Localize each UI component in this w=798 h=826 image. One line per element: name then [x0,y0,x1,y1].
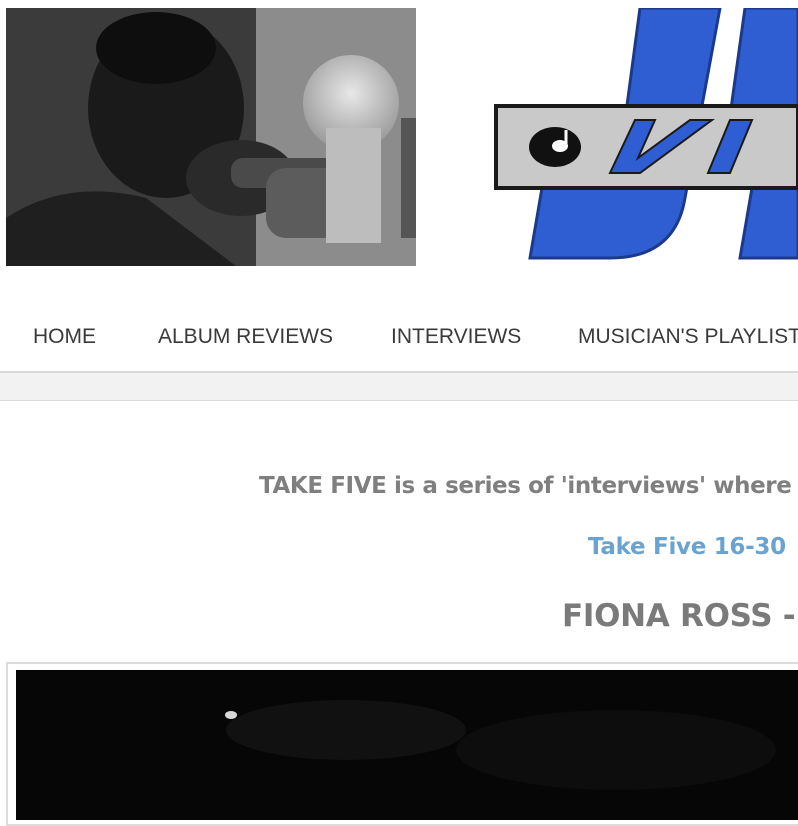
nav-item-album-reviews[interactable]: ALBUM REVIEWS [158,325,333,349]
nav-item-home[interactable]: HOME [33,325,96,349]
jazz-views-logo-icon [494,8,798,260]
trumpet-player-photo-icon [6,8,416,266]
featured-photo-image [16,670,798,820]
take-five-link[interactable]: Take Five 16-30 [588,534,786,560]
nav-item-musicians-playlist[interactable]: MUSICIAN'S PLAYLIST [578,325,798,349]
stage-photo-icon [16,670,798,820]
main-nav: HOME ALBUM REVIEWS INTERVIEWS MUSICIAN'S… [0,305,798,373]
intro-text: TAKE FIVE is a series of 'interviews' wh… [259,473,792,499]
sub-navigation-bar [0,373,798,401]
featured-photo [6,662,798,826]
header-photo [6,8,416,266]
site-logo[interactable] [490,8,798,266]
nav-item-interviews[interactable]: INTERVIEWS [391,325,521,349]
page-title: FIONA ROSS - [562,598,796,634]
